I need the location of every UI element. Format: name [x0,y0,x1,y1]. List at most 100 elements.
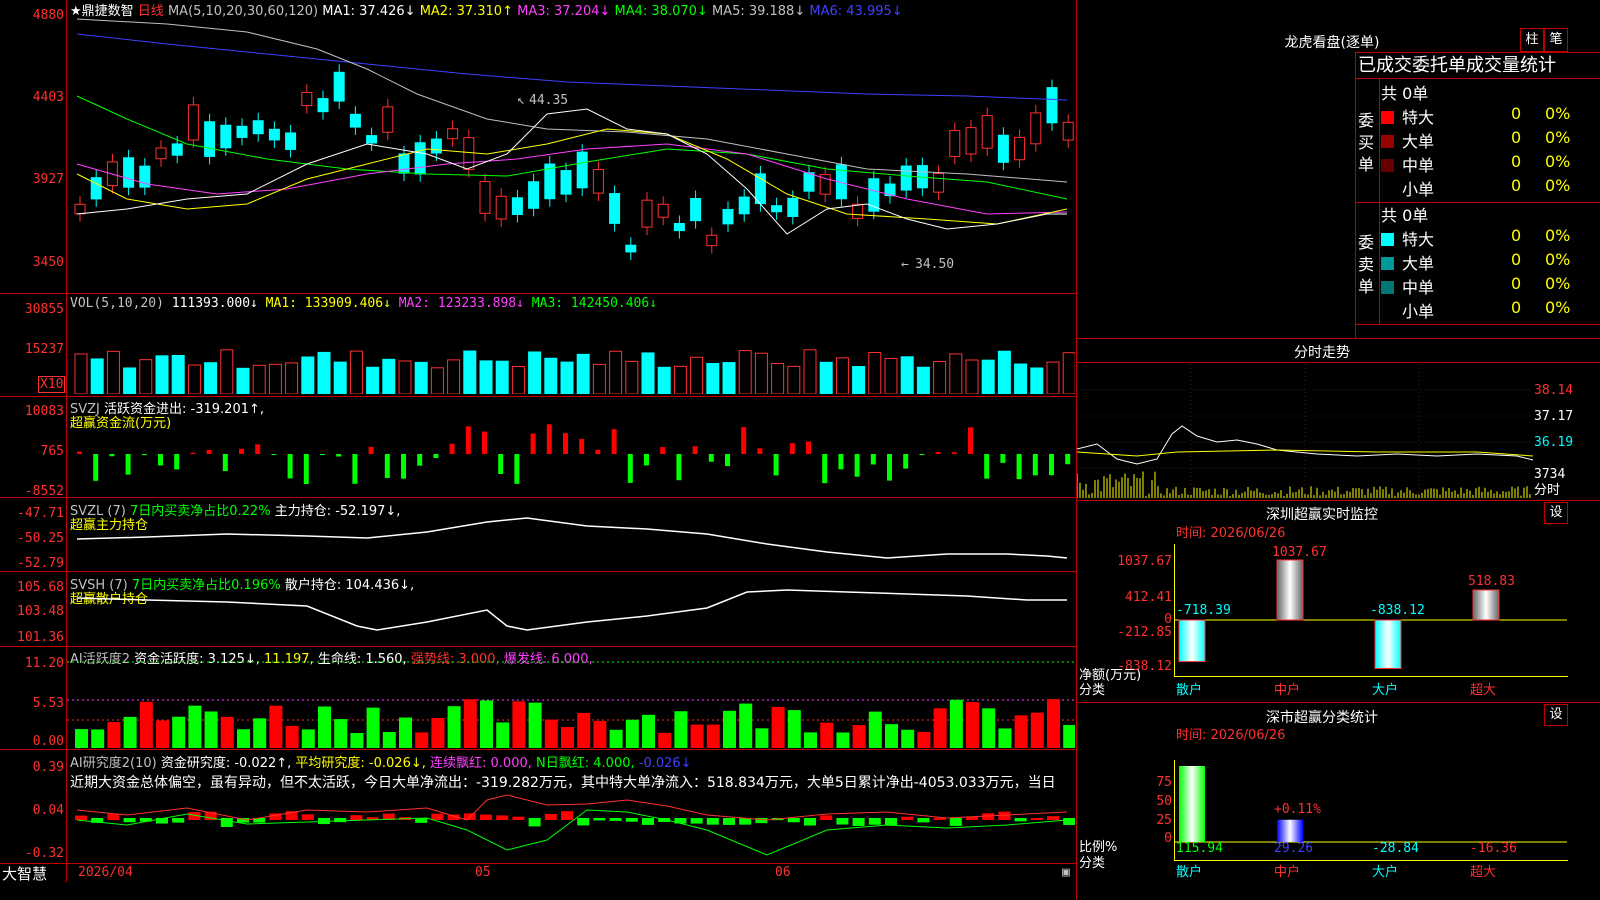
flow-bar [352,454,358,484]
activity-bar [512,701,526,748]
tick-mode-button[interactable]: 笔 [1544,28,1568,52]
activity-bar [496,722,510,748]
svzl-axis-label: -52.79 [17,556,64,571]
monitor-title: 深圳超赢实时监控 [1266,507,1378,523]
activity-bar [852,725,866,748]
activity-bar [382,731,396,748]
intraday-axis-label: 36.19 [1534,435,1574,450]
intraday-chart[interactable] [1076,364,1534,498]
intraday-axis-label: 38.14 [1534,383,1574,398]
candle [609,193,621,224]
svsh-axis-label: 101.36 [17,630,64,645]
volume-bar [609,350,623,394]
vol-axis-label: 30855 [24,302,64,317]
svzj-chart[interactable] [67,410,1075,496]
flow-bar [336,454,342,457]
volume-bar [123,367,137,394]
lock-icon[interactable]: ▣ [1062,866,1070,880]
candle [997,134,1009,163]
candle [382,106,394,133]
activity-bar [269,705,283,748]
candle [852,203,864,219]
activity-bar [156,720,169,748]
flow-bar [741,427,747,454]
candle [204,121,216,157]
activity-bar [318,706,331,748]
classify-title: 深市超赢分类统计 [1266,710,1378,726]
volume-bar [528,351,542,394]
flow-bar [822,454,828,484]
monitor-category: 大户 [1372,683,1399,698]
bar-mode-button[interactable]: 柱 [1520,28,1544,52]
candle [641,199,653,228]
svzl-axis-label: -47.71 [17,506,64,521]
monitor-category: 散户 [1176,683,1203,698]
research-bar [123,818,136,823]
activity-bar [415,732,429,748]
research-bar [609,818,622,821]
flow-bar [93,454,99,481]
volume-bar [641,352,655,394]
classify-value: -16.36 [1470,841,1517,856]
svzl-chart[interactable] [67,512,1075,570]
activity-bar [139,701,153,748]
legend-swatch-icon [1381,233,1394,246]
volume-bar [852,366,866,394]
activity-bar [609,729,623,748]
candle [90,177,102,200]
chart-area[interactable]: ★鼎捷数智 日线 MA(5,10,20,30,60,120) MA1: 37.4… [0,0,1076,900]
candle [1046,87,1058,124]
svsh-chart[interactable] [67,586,1075,644]
classify-settings-button[interactable]: 设 [1544,704,1568,726]
volume-bar [933,360,947,394]
candle [252,120,264,135]
volume-bar [722,362,736,394]
vol-unit-badge[interactable]: X10 [38,376,66,393]
candle [657,203,669,218]
candlestick-chart[interactable]: ↖ 44.35 ← 34.50 [67,14,1075,292]
flow-bar [498,454,504,474]
monitor-bar [1276,559,1304,621]
ai1-chart[interactable] [67,660,1075,748]
activity-bar [1030,712,1044,748]
flow-bar [660,447,666,454]
ai2-axis-label: -0.32 [24,846,64,861]
sell-row: 大单 0 0% [1381,250,1600,274]
volume-bar [706,362,720,394]
high-price-value: 44.35 [529,93,568,108]
activity-bar [966,702,979,748]
x-axis-label: 2026/04 [78,865,133,880]
research-bar [220,818,233,827]
volume-chart[interactable] [67,310,1075,394]
monitor-category: 超大 [1470,683,1497,698]
ai2-chart[interactable] [67,790,1075,862]
ai1-axis-label: 5.53 [32,696,64,711]
activity-bar [334,719,348,748]
monitor-settings-button[interactable]: 设 [1544,502,1568,524]
flow-bar [546,424,552,454]
research-bar [172,818,185,823]
candle [414,142,426,175]
research-bar [1047,816,1059,820]
flow-bar [1032,454,1038,476]
monitor-axis-label: -212.85 [1117,625,1172,640]
candle [447,128,459,140]
research-bar [544,813,557,820]
activity-bar [253,718,267,748]
flow-bar [903,454,909,469]
volume-bar [544,357,558,394]
activity-bar [690,724,704,748]
classify-category: 超大 [1470,865,1497,880]
volume-bar [625,360,639,394]
volume-bar [366,366,380,394]
activity-bar [528,702,542,748]
flow-bar [725,454,730,467]
legend-swatch-icon [1381,305,1394,318]
research-bar [706,818,719,825]
volume-bar [997,350,1011,394]
flow-bar [287,454,293,479]
activity-bar [285,725,299,748]
classify-axis-label: 75 [1156,775,1172,790]
flow-bar [271,454,277,455]
classify-bar-label: +0.11% [1274,802,1321,817]
